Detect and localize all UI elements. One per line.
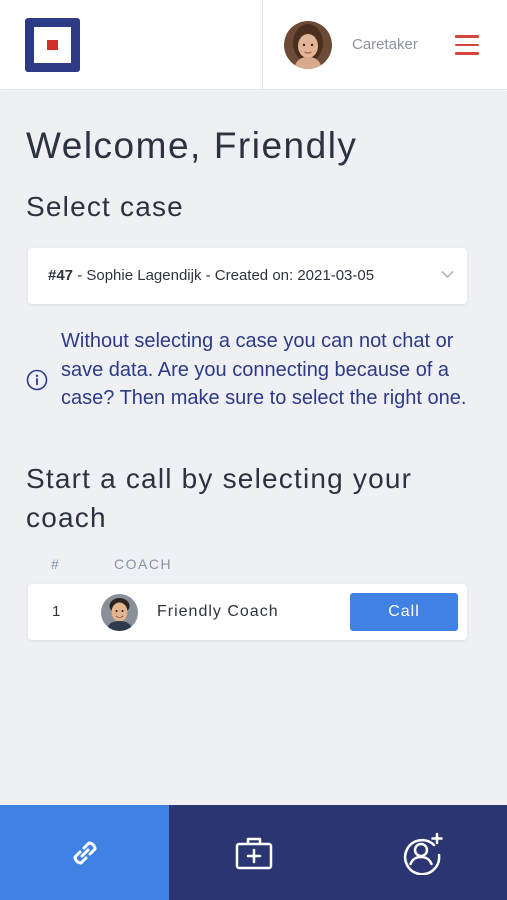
start-call-title: Start a call by selecting your coach: [26, 463, 413, 533]
coach-name: Friendly Coach: [157, 603, 279, 620]
medical-case-icon: [235, 837, 272, 869]
case-info-message: Without selecting a case you can not cha…: [61, 330, 467, 409]
info-icon: [26, 369, 48, 391]
user-role-label: Caretaker: [352, 36, 418, 53]
case-select-dropdown[interactable]: #47 - Sophie Lagendijk - Created on: 202…: [28, 248, 467, 304]
case-select-value: #47 - Sophie Lagendijk - Created on: 202…: [48, 267, 374, 284]
nav-item-case[interactable]: [169, 805, 338, 900]
case-number: #47: [48, 267, 74, 284]
welcome-heading: Welcome, Friendly: [26, 125, 357, 167]
add-coach-icon: [403, 832, 443, 875]
column-header-coach: COACH: [114, 556, 173, 572]
row-index: 1: [52, 603, 61, 620]
coach-avatar: [101, 594, 138, 631]
user-avatar[interactable]: [284, 21, 332, 69]
select-case-title: Select case: [26, 191, 184, 222]
case-details: - Sophie Lagendijk - Created on: 2021-03…: [73, 267, 375, 284]
link-icon: [72, 840, 97, 865]
nav-item-add-coach[interactable]: [338, 805, 507, 900]
app-header: Caretaker: [0, 0, 507, 90]
nav-item-link[interactable]: [0, 805, 169, 900]
bottom-navigation: [0, 805, 507, 900]
column-header-index: #: [51, 556, 59, 572]
welcome-text: Welcome,: [26, 125, 202, 166]
hamburger-menu-icon[interactable]: [455, 35, 479, 55]
logo-inner: [34, 27, 71, 63]
call-button[interactable]: Call: [350, 593, 458, 631]
main-content: Welcome, Friendly Select case #47 - Sophi…: [0, 91, 507, 805]
logo-dot: [47, 40, 58, 50]
welcome-user-name: Friendly: [213, 125, 358, 166]
chevron-down-icon: [441, 270, 454, 279]
app-logo[interactable]: [25, 18, 80, 72]
table-row: 1 Friendly Coach Call: [28, 584, 467, 640]
header-divider: [262, 0, 263, 90]
